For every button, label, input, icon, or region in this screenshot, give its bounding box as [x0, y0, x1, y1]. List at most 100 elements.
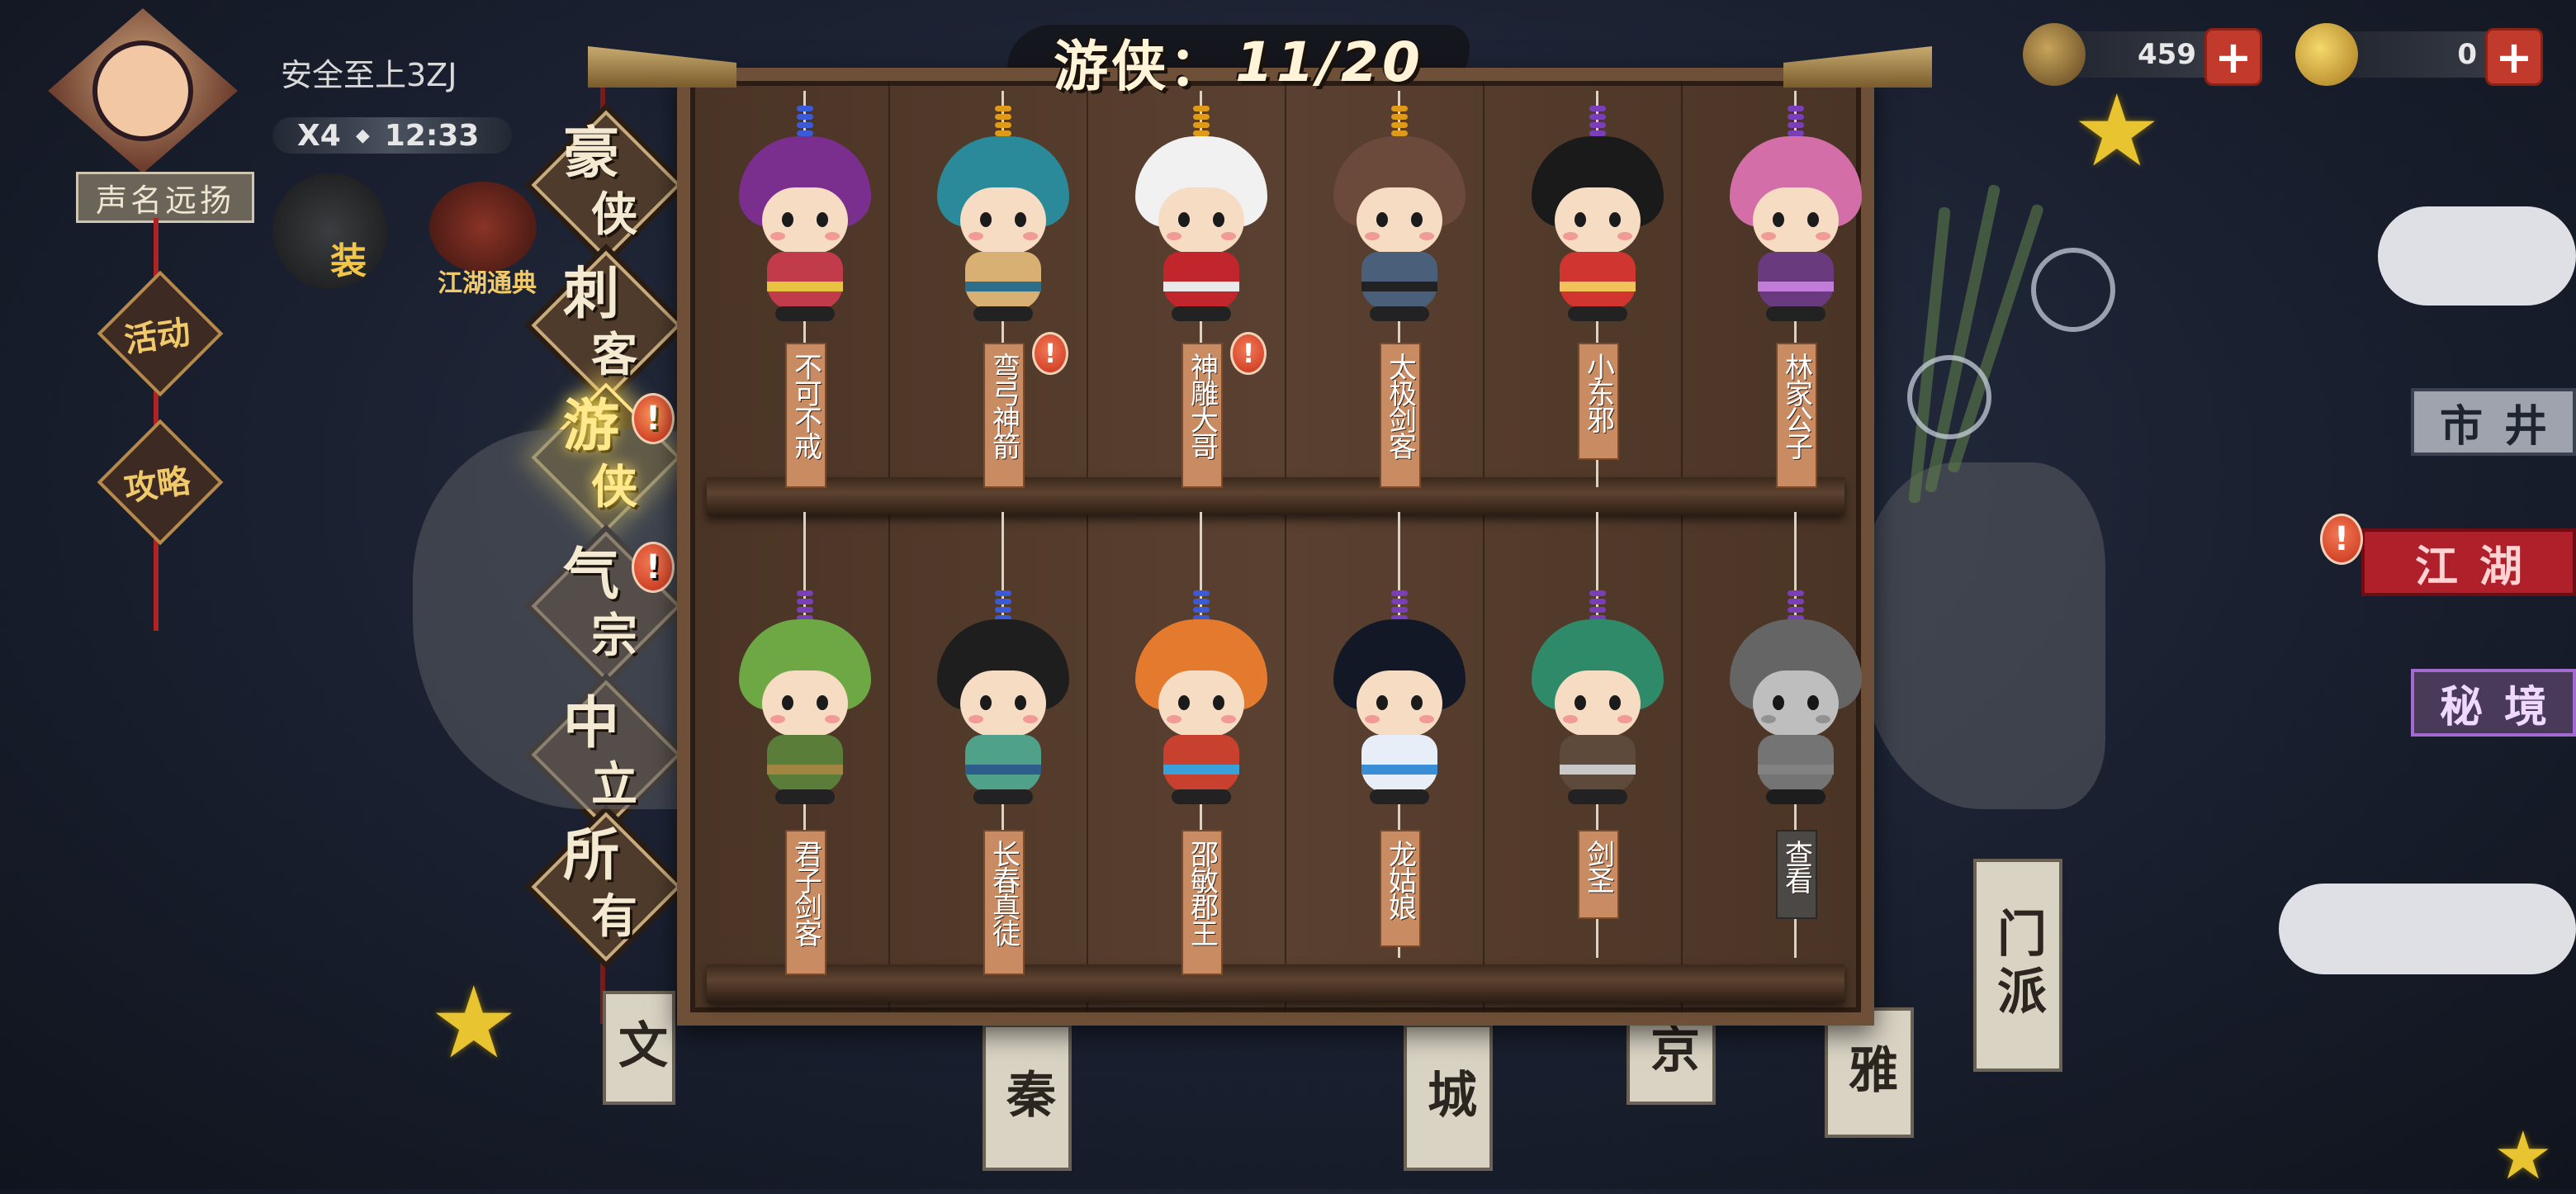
- bead-decor: [995, 599, 1011, 604]
- category-char-2: 侠: [591, 460, 637, 514]
- hero-eye: [1015, 212, 1026, 227]
- hero-feet: [775, 306, 835, 321]
- gold-ingot-icon: [2295, 23, 2358, 86]
- bead-decor: [1788, 130, 1804, 136]
- view-locked-hero-tag[interactable]: 查看: [1776, 830, 1817, 919]
- hero-face: [1753, 187, 1839, 253]
- hero-portrait[interactable]: [1713, 136, 1878, 326]
- hero-slot[interactable]: 龙姑娘: [1309, 512, 1490, 958]
- hero-portrait[interactable]: [722, 136, 888, 326]
- category-tab-1[interactable]: 刺客: [537, 264, 669, 380]
- hero-cheek: [1167, 232, 1181, 240]
- hero-slot[interactable]: 查看: [1705, 512, 1887, 958]
- hero-name-tag: 小东邪: [1578, 343, 1619, 460]
- bead-decor: [1589, 106, 1606, 111]
- add-gold-button[interactable]: +: [2485, 28, 2543, 86]
- hero-name-tag: 神雕大哥: [1181, 343, 1223, 488]
- hero-belt: [1560, 765, 1636, 775]
- bead-decor: [995, 122, 1011, 128]
- hero-slot[interactable]: 小东邪: [1507, 91, 1688, 537]
- hero-feet: [1370, 789, 1429, 804]
- hero-name-tag: 弯弓神箭: [983, 343, 1025, 488]
- shelf-lower: [707, 964, 1844, 1002]
- codex-label[interactable]: 江湖通典: [438, 263, 537, 299]
- hero-torso: [1758, 735, 1834, 793]
- player-avatar[interactable]: [48, 8, 238, 173]
- hero-slot[interactable]: 神雕大哥!: [1110, 91, 1292, 537]
- bead-decor: [1788, 114, 1804, 120]
- hero-portrait[interactable]: [722, 619, 888, 809]
- cloud-decor: [2279, 884, 2576, 974]
- hero-slot[interactable]: 太极剑客: [1309, 91, 1490, 537]
- hero-eye: [1609, 212, 1621, 227]
- gold-amount: 0: [2457, 38, 2477, 71]
- hero-name-tag: 林家公子: [1776, 343, 1817, 488]
- hero-feet: [973, 306, 1033, 321]
- category-alert-badge: !: [632, 542, 675, 593]
- hero-portrait[interactable]: [1515, 619, 1680, 809]
- category-tab-2[interactable]: 游侠!: [537, 393, 675, 514]
- hero-face: [1555, 187, 1641, 253]
- hero-slot[interactable]: 长春真徒: [912, 512, 1094, 975]
- hero-slot[interactable]: 弯弓神箭!: [912, 91, 1094, 537]
- hero-name-tag: 太极剑客: [1380, 343, 1421, 488]
- hero-portrait[interactable]: [1119, 136, 1284, 326]
- hero-portrait[interactable]: [921, 619, 1086, 809]
- hero-portrait[interactable]: [1317, 619, 1482, 809]
- hero-portrait[interactable]: [921, 136, 1086, 326]
- hero-feet: [1568, 306, 1627, 321]
- costume-icon[interactable]: 装: [272, 173, 388, 289]
- hero-belt: [1560, 282, 1636, 291]
- hero-cheek: [1419, 232, 1434, 240]
- star-decor: ★: [2493, 1117, 2553, 1194]
- category-tab-4[interactable]: 中立: [537, 694, 669, 809]
- hero-name-tag: 龙姑娘: [1380, 830, 1421, 947]
- cabinet-ornament-right: [1783, 46, 1932, 88]
- hero-portrait[interactable]: [1713, 619, 1878, 809]
- bead-decor: [1788, 122, 1804, 128]
- hero-portrait[interactable]: [1317, 136, 1482, 326]
- hero-alert-badge: !: [1230, 332, 1267, 375]
- category-tab-3[interactable]: 气宗!: [537, 542, 675, 661]
- bead-decor: [1193, 590, 1210, 596]
- hero-portrait[interactable]: [1515, 136, 1680, 326]
- bead-decor: [1589, 130, 1606, 136]
- hero-portrait[interactable]: [1119, 619, 1284, 809]
- hero-face: [1753, 670, 1839, 737]
- hero-torso: [1560, 735, 1636, 793]
- hero-slot[interactable]: 不可不戒: [714, 91, 896, 537]
- hero-slot[interactable]: 林家公子: [1705, 91, 1887, 537]
- hero-slot[interactable]: 邵敏郡王: [1110, 512, 1292, 975]
- background-rock-right: [1858, 462, 2105, 809]
- jianghu-button[interactable]: 江湖: [2361, 528, 2576, 596]
- bead-decor: [1788, 106, 1804, 111]
- hero-face: [1158, 187, 1244, 253]
- bead-decor: [1391, 114, 1408, 120]
- hero-name-tag: 长春真徒: [983, 830, 1025, 975]
- market-button[interactable]: 市井: [2411, 388, 2576, 456]
- category-tab-5[interactable]: 所有: [537, 826, 669, 941]
- hero-face: [1357, 187, 1442, 253]
- bead-decor: [1589, 114, 1606, 120]
- hero-eye: [1213, 212, 1224, 227]
- hero-feet: [1370, 306, 1429, 321]
- category-char-2: 立: [591, 757, 637, 812]
- bead-decor: [995, 607, 1011, 613]
- hero-cheek: [1221, 715, 1236, 723]
- hero-name-tag: 君子剑客: [785, 830, 826, 975]
- hero-slot[interactable]: 剑圣: [1507, 512, 1688, 958]
- menpai-tag[interactable]: 门派: [1973, 859, 2062, 1072]
- fame-title: 声名远扬: [76, 172, 254, 223]
- hero-cheek: [1221, 232, 1236, 240]
- hero-slot[interactable]: 君子剑客: [714, 512, 896, 975]
- mijing-button[interactable]: 秘境: [2411, 669, 2576, 737]
- bead-decor: [1391, 590, 1408, 596]
- category-tab-0[interactable]: 豪侠: [537, 124, 669, 239]
- bead-decor: [797, 607, 813, 613]
- codex-icon[interactable]: [429, 182, 537, 272]
- bead-decor: [1391, 130, 1408, 136]
- bubble-decor: [2031, 248, 2115, 332]
- add-leaf-button[interactable]: +: [2204, 28, 2262, 86]
- hero-eye: [980, 695, 992, 710]
- hero-eye: [1807, 695, 1819, 710]
